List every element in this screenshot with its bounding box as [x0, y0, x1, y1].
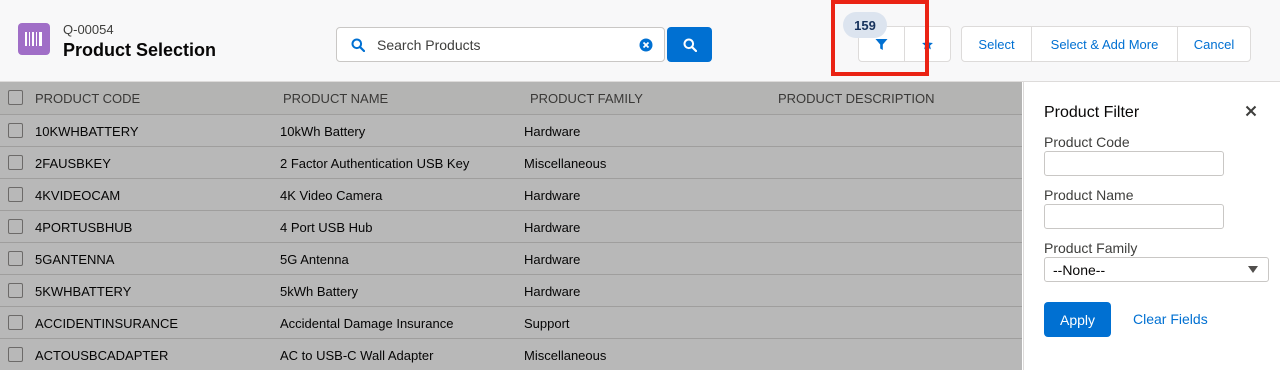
- column-header-description[interactable]: PRODUCT DESCRIPTION: [778, 91, 935, 106]
- product-family-select[interactable]: --None--: [1044, 257, 1269, 282]
- cell-family: Miscellaneous: [524, 156, 607, 171]
- cell-name: 4K Video Camera: [280, 188, 383, 203]
- product-table: PRODUCT CODE PRODUCT NAME PRODUCT FAMILY…: [0, 82, 1022, 370]
- panel-title: Product Filter: [1044, 104, 1140, 121]
- action-button-group: Select Select & Add More Cancel: [961, 26, 1251, 62]
- search-box[interactable]: [336, 27, 665, 62]
- column-header-family[interactable]: PRODUCT FAMILY: [530, 91, 643, 106]
- row-checkbox[interactable]: [8, 187, 23, 202]
- highlight-box: [831, 0, 929, 76]
- table-row[interactable]: 4KVIDEOCAM 4K Video Camera Hardware: [0, 179, 1022, 211]
- row-checkbox[interactable]: [8, 155, 23, 170]
- table-row[interactable]: ACTOUSBCADAPTER AC to USB-C Wall Adapter M…: [0, 339, 1022, 370]
- cancel-button[interactable]: Cancel: [1178, 27, 1250, 61]
- cell-code: 10KWHBATTERY: [35, 124, 139, 139]
- product-family-label: Product Family: [1044, 240, 1138, 256]
- search-icon: [351, 38, 366, 57]
- cell-code: 5KWHBATTERY: [35, 284, 132, 299]
- table-row[interactable]: 5KWHBATTERY 5kWh Battery Hardware: [0, 275, 1022, 307]
- select-all-checkbox[interactable]: [8, 90, 23, 105]
- cell-code: 4PORTUSBHUB: [35, 220, 133, 235]
- column-header-code[interactable]: PRODUCT CODE: [35, 91, 140, 106]
- table-row[interactable]: ACCIDENTINSURANCE Accidental Damage Insur…: [0, 307, 1022, 339]
- cell-family: Hardware: [524, 284, 581, 299]
- chevron-down-icon: [1248, 266, 1258, 273]
- close-icon[interactable]: [1245, 104, 1257, 122]
- cell-name: 10kWh Battery: [280, 124, 366, 139]
- table-row[interactable]: 5GANTENNA 5G Antenna Hardware: [0, 243, 1022, 275]
- row-checkbox[interactable]: [8, 315, 23, 330]
- row-checkbox[interactable]: [8, 283, 23, 298]
- product-name-field[interactable]: [1044, 204, 1224, 229]
- page-title: Product Selection: [63, 40, 217, 60]
- table-header: PRODUCT CODE PRODUCT NAME PRODUCT FAMILY…: [0, 82, 1022, 115]
- search-input[interactable]: [377, 34, 627, 56]
- search-button[interactable]: [667, 27, 712, 62]
- page-header: Q-00054 Product Selection 159 Select Sel…: [0, 0, 1280, 82]
- product-family-value: --None--: [1053, 262, 1106, 278]
- column-header-name[interactable]: PRODUCT NAME: [283, 91, 388, 106]
- cell-code: ACCIDENTINSURANCE: [35, 316, 179, 331]
- table-row[interactable]: 4PORTUSBHUB 4 Port USB Hub Hardware: [0, 211, 1022, 243]
- row-checkbox[interactable]: [8, 251, 23, 266]
- apply-button[interactable]: Apply: [1044, 302, 1111, 337]
- table-row[interactable]: 10KWHBATTERY 10kWh Battery Hardware: [0, 115, 1022, 147]
- search-icon: [683, 38, 697, 52]
- select-button[interactable]: Select: [962, 27, 1032, 61]
- cell-name: 4 Port USB Hub: [280, 220, 373, 235]
- row-checkbox[interactable]: [8, 219, 23, 234]
- cell-name: AC to USB-C Wall Adapter: [280, 348, 434, 363]
- barcode-icon: [18, 23, 50, 55]
- quote-number: Q-00054: [63, 22, 114, 37]
- cell-code: ACTOUSBCADAPTER: [35, 348, 169, 363]
- product-code-label: Product Code: [1044, 134, 1130, 150]
- clear-search-icon[interactable]: [639, 38, 653, 57]
- clear-fields-button[interactable]: Clear Fields: [1133, 311, 1208, 327]
- cell-code: 2FAUSBKEY: [35, 156, 111, 171]
- product-name-label: Product Name: [1044, 187, 1134, 203]
- row-checkbox[interactable]: [8, 123, 23, 138]
- cell-name: Accidental Damage Insurance: [280, 316, 454, 331]
- cell-family: Support: [524, 316, 570, 331]
- cell-family: Hardware: [524, 124, 581, 139]
- select-add-more-button[interactable]: Select & Add More: [1032, 27, 1178, 61]
- cell-code: 5GANTENNA: [35, 252, 115, 267]
- cell-family: Hardware: [524, 220, 581, 235]
- product-filter-panel: Product Filter Product Code Product Name…: [1023, 82, 1280, 370]
- cell-family: Hardware: [524, 252, 581, 267]
- cell-family: Miscellaneous: [524, 348, 607, 363]
- cell-family: Hardware: [524, 188, 581, 203]
- cell-name: 5kWh Battery: [280, 284, 359, 299]
- cell-code: 4KVIDEOCAM: [35, 188, 121, 203]
- table-row[interactable]: 2FAUSBKEY 2 Factor Authentication USB Key…: [0, 147, 1022, 179]
- row-checkbox[interactable]: [8, 347, 23, 362]
- product-code-field[interactable]: [1044, 151, 1224, 176]
- cell-name: 5G Antenna: [280, 252, 349, 267]
- cell-name: 2 Factor Authentication USB Key: [280, 156, 470, 171]
